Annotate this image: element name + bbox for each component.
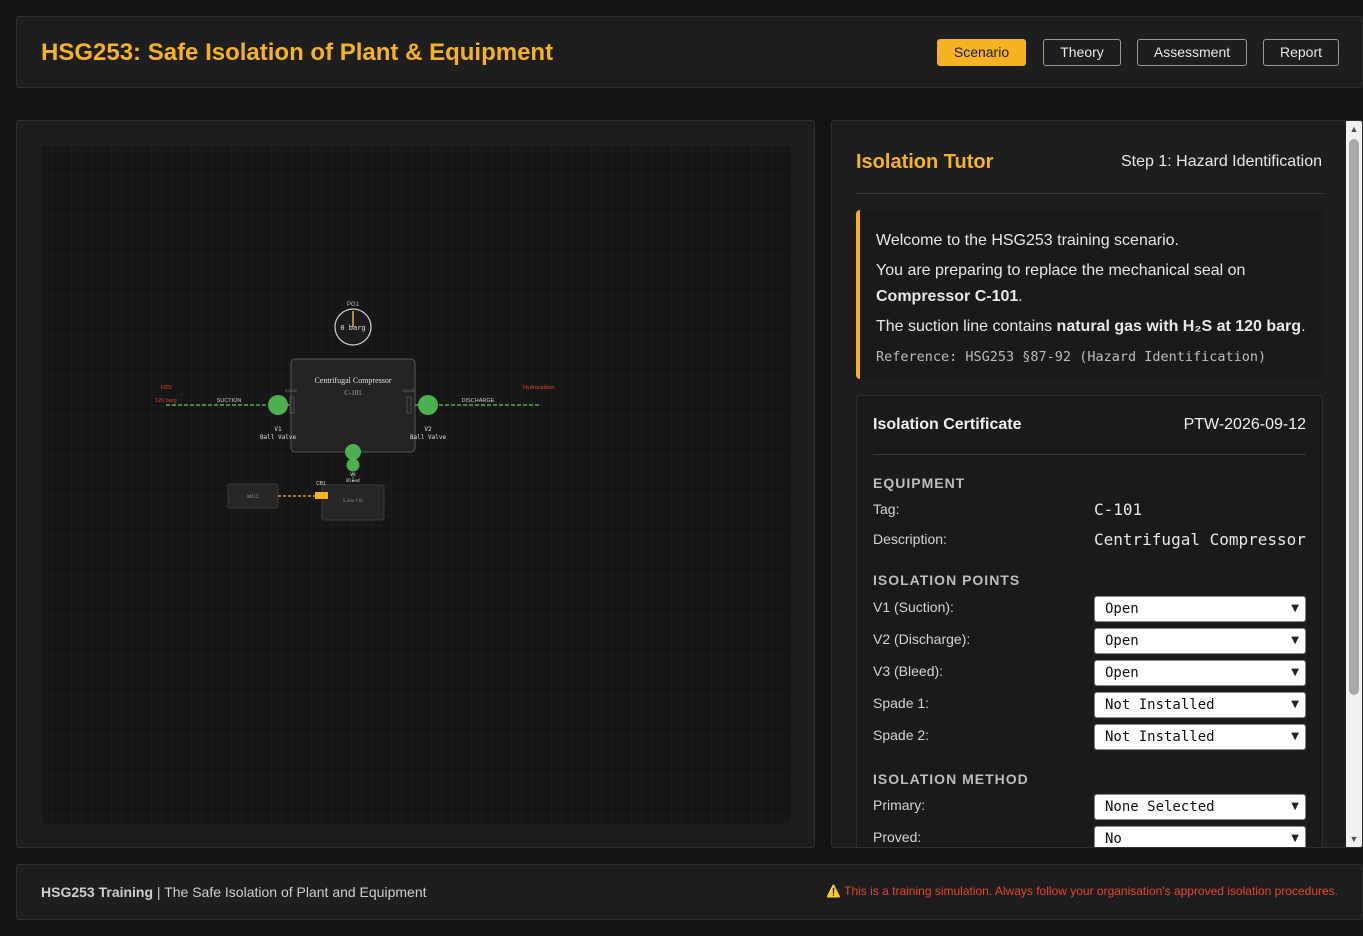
footer-credit: HSG253 Training | The Safe Isolation of … bbox=[41, 884, 427, 900]
chevron-down-icon: ▼ bbox=[1291, 699, 1299, 710]
proved-select[interactable]: No ▼ bbox=[1094, 826, 1306, 847]
diagram-panel: PG1 0 barg Centrifugal Compressor C-101 … bbox=[16, 120, 815, 848]
valve-v3-upper[interactable] bbox=[345, 444, 361, 460]
v3-label: V3 bbox=[350, 472, 356, 478]
gauge-value: 0 barg bbox=[340, 324, 365, 332]
certificate-title: Isolation Certificate bbox=[873, 416, 1022, 433]
chevron-down-icon: ▼ bbox=[1291, 833, 1299, 844]
chevron-down-icon: ▼ bbox=[1291, 801, 1299, 812]
equipment-heading: EQUIPMENT bbox=[873, 475, 966, 491]
certificate-divider bbox=[873, 454, 1306, 455]
suction-label: SUCTION bbox=[217, 398, 242, 404]
valve-v2[interactable] bbox=[418, 395, 438, 415]
reference-text: Reference: HSG253 §87-92 (Hazard Identif… bbox=[876, 349, 1267, 365]
cb-label: CB1 bbox=[316, 481, 326, 487]
proved-label: Proved: bbox=[873, 829, 922, 845]
tag-label: Tag: bbox=[873, 501, 900, 517]
pressure-label: 120 barg bbox=[155, 398, 177, 404]
chevron-down-icon: ▼ bbox=[1291, 603, 1299, 614]
scroll-down-arrow-icon[interactable]: ▼ bbox=[1346, 831, 1362, 847]
h2s-label: H2S bbox=[161, 385, 172, 391]
warning-icon: ⚠️ bbox=[826, 884, 841, 898]
pid-canvas[interactable]: PG1 0 barg Centrifugal Compressor C-101 … bbox=[41, 145, 791, 824]
description-label: Description: bbox=[873, 531, 947, 547]
app-title: HSG253: Safe Isolation of Plant & Equipm… bbox=[41, 39, 554, 66]
primary-label: Primary: bbox=[873, 797, 926, 813]
v2-type: Ball Valve bbox=[410, 434, 447, 441]
tutor-step-indicator: Step 1: Hazard Identification bbox=[1120, 153, 1322, 170]
compressor-body[interactable] bbox=[290, 358, 416, 453]
isolation-points-heading: ISOLATION POINTS bbox=[873, 572, 1021, 588]
task-text: You are preparing to replace the mechani… bbox=[876, 262, 1246, 305]
primary-method-select[interactable]: None Selected ▼ bbox=[1094, 794, 1306, 820]
nav-scenario-button[interactable]: Scenario bbox=[937, 39, 1026, 66]
tutor-divider bbox=[856, 193, 1323, 194]
spade-2-select[interactable]: Not Installed ▼ bbox=[1094, 724, 1306, 750]
warning-text: This is a training simulation. Always fo… bbox=[844, 884, 1338, 898]
chevron-down-icon: ▼ bbox=[1291, 731, 1299, 742]
tutor-scrollbar[interactable]: ▲ ▼ bbox=[1346, 121, 1362, 847]
scroll-thumb[interactable] bbox=[1349, 139, 1359, 695]
hazard-text: The suction line contains natural gas wi… bbox=[876, 318, 1306, 335]
gauge-label: PG1 bbox=[347, 302, 360, 308]
lube-oil-label: Lube Oil bbox=[343, 498, 363, 504]
isolation-certificate: Isolation Certificate PTW-2026-09-12 EQU… bbox=[856, 395, 1323, 847]
v1-label: V1 bbox=[274, 426, 282, 433]
compressor-name: Centrifugal Compressor bbox=[314, 376, 391, 385]
scroll-up-arrow-icon[interactable]: ▲ bbox=[1346, 121, 1362, 137]
tag-value: C-101 bbox=[1094, 500, 1143, 519]
chevron-down-icon: ▼ bbox=[1291, 667, 1299, 678]
v1-suction-label: V1 (Suction): bbox=[873, 599, 954, 615]
v2-discharge-label: V2 (Discharge): bbox=[873, 631, 971, 647]
footer-subtitle: | The Safe Isolation of Plant and Equipm… bbox=[153, 884, 427, 900]
welcome-text: Welcome to the HSG253 training scenario. bbox=[876, 232, 1179, 249]
chevron-down-icon: ▼ bbox=[1291, 635, 1299, 646]
discharge-label: DISCHARGE bbox=[462, 398, 495, 404]
description-value: Centrifugal Compressor bbox=[1094, 530, 1306, 549]
app-header: HSG253: Safe Isolation of Plant & Equipm… bbox=[16, 16, 1363, 88]
spade-2-field-label: Spade 2: bbox=[873, 727, 930, 743]
v3-bleed-label: V3 (Bleed): bbox=[873, 663, 944, 679]
mcc-label: MCC bbox=[247, 494, 260, 500]
nav-assessment-button[interactable]: Assessment bbox=[1137, 39, 1247, 66]
tutor-title: Isolation Tutor bbox=[856, 151, 994, 173]
v2-discharge-select[interactable]: Open ▼ bbox=[1094, 628, 1306, 654]
spade-1-select[interactable]: Not Installed ▼ bbox=[1094, 692, 1306, 718]
v3-bleed-select[interactable]: Open ▼ bbox=[1094, 660, 1306, 686]
compressor-tag: C-101 bbox=[344, 389, 362, 397]
tutor-message: Welcome to the HSG253 training scenario.… bbox=[856, 210, 1323, 379]
app-footer: HSG253 Training | The Safe Isolation of … bbox=[16, 864, 1363, 920]
isolation-method-heading: ISOLATION METHOD bbox=[873, 771, 1029, 787]
nav-report-button[interactable]: Report bbox=[1263, 39, 1339, 66]
permit-id: PTW-2026-09-12 bbox=[1183, 416, 1306, 433]
spade-1-field-label: Spade 1: bbox=[873, 695, 930, 711]
spade-2-label: Spade bbox=[402, 388, 416, 393]
spade-1-label: Spade bbox=[284, 388, 298, 393]
v2-label: V2 bbox=[424, 426, 432, 433]
v1-type: Ball Valve bbox=[260, 434, 297, 441]
pid-diagram: PG1 0 barg Centrifugal Compressor C-101 … bbox=[155, 302, 555, 521]
circuit-breaker-cb1[interactable] bbox=[315, 492, 328, 499]
v3-type: Bleed bbox=[346, 478, 360, 484]
tutor-panel: Isolation Tutor Step 1: Hazard Identific… bbox=[831, 120, 1363, 848]
valve-v3[interactable] bbox=[346, 458, 360, 472]
v1-suction-select[interactable]: Open ▼ bbox=[1094, 596, 1306, 622]
valve-v1[interactable] bbox=[268, 395, 288, 415]
hydrocarbon-label: Hydrocarbon bbox=[523, 385, 555, 391]
training-warning: ⚠️ This is a training simulation. Always… bbox=[826, 884, 1338, 898]
nav-theory-button[interactable]: Theory bbox=[1043, 39, 1121, 66]
footer-brand: HSG253 Training bbox=[41, 884, 154, 900]
